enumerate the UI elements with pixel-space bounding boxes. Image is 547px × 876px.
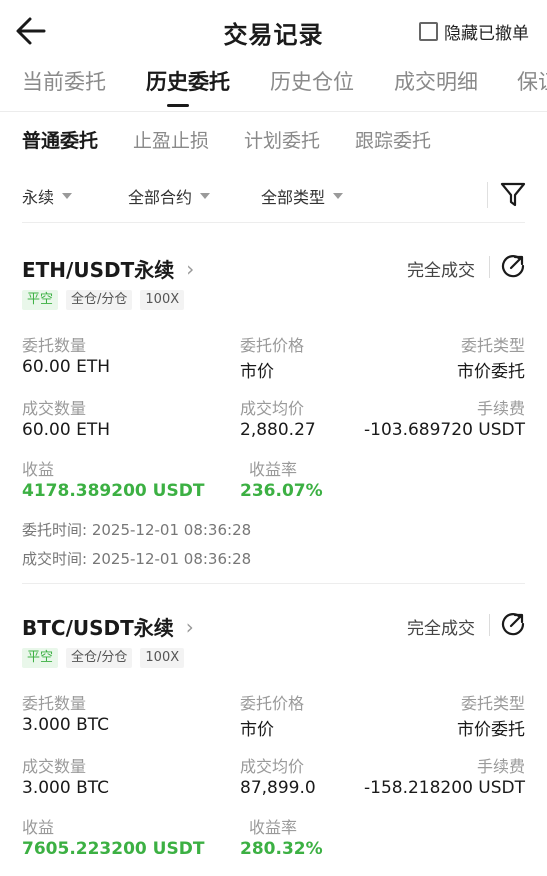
order-card[interactable]: ETH/USDT永续 › 完全成交 平空 全仓/分仓 100X 委托数量 60.… — [0, 254, 547, 574]
subtab-plan-orders[interactable]: 计划委托 — [244, 126, 320, 153]
caret-down-icon — [200, 193, 211, 199]
contract-value: 全部合约 — [128, 188, 193, 207]
order-tags: 平空 全仓/分仓 100X — [22, 290, 192, 310]
back-button[interactable] — [14, 14, 54, 50]
margin-mode-tag: 全仓/分仓 — [66, 648, 133, 668]
order-type-value: 市价委托 — [457, 720, 525, 740]
filter-button[interactable] — [499, 180, 529, 210]
fill-time-value: 2025-12-01 08:36:28 — [91, 550, 252, 568]
order-symbol[interactable]: ETH/USDT永续 › — [22, 254, 194, 283]
symbol-label: ETH/USDT永续 — [22, 258, 175, 282]
main-tabs: 当前委托 历史委托 历史仓位 成交明细 保证 — [0, 66, 547, 110]
fee-value: -158.218200 USDT — [364, 778, 525, 798]
side-tag: 平空 — [22, 290, 59, 310]
order-status: 完全成交 — [407, 619, 475, 639]
side-tag: 平空 — [22, 648, 59, 668]
order-qty-label: 委托数量 — [22, 694, 87, 713]
fee-label: 手续费 — [476, 399, 525, 418]
share-refresh-icon — [501, 613, 525, 636]
pnl-rate-label: 收益率 — [249, 818, 298, 837]
fee-value: -103.689720 USDT — [364, 420, 525, 440]
tab-order-history[interactable]: 历史委托 — [146, 66, 230, 96]
contract-dropdown[interactable]: 全部合约 — [128, 184, 211, 208]
leverage-tag: 100X — [140, 290, 185, 310]
pnl-value: 7605.223200 USDT — [22, 839, 205, 859]
divider — [22, 583, 525, 584]
header: 交易记录 隐藏已撤单 — [0, 0, 547, 62]
hide-cancelled-label: 隐藏已撤单 — [444, 24, 529, 44]
contract-type-value: 永续 — [22, 188, 55, 207]
order-card[interactable]: BTC/USDT永续 › 完全成交 平空 全仓/分仓 100X 委托数量 3.0… — [0, 612, 547, 876]
avg-price-value: 87,899.0 — [240, 778, 316, 798]
order-price-label: 委托价格 — [240, 336, 305, 355]
order-time-value: 2025-12-01 08:36:28 — [91, 521, 252, 539]
order-price-label: 委托价格 — [240, 694, 305, 713]
caret-down-icon — [333, 193, 344, 199]
fee-label: 手续费 — [476, 757, 525, 776]
checkbox-icon[interactable] — [419, 22, 438, 41]
caret-down-icon — [62, 193, 73, 199]
arrow-left-icon — [16, 17, 46, 45]
order-symbol[interactable]: BTC/USDT永续 › — [22, 612, 194, 641]
filled-qty-label: 成交数量 — [22, 757, 87, 776]
order-time-row: 委托时间: 2025-12-01 08:36:28 — [22, 519, 251, 540]
pnl-rate-value: 236.07% — [240, 481, 323, 501]
order-qty-label: 委托数量 — [22, 336, 87, 355]
funnel-icon — [500, 182, 526, 207]
divider — [0, 111, 547, 112]
margin-mode-tag: 全仓/分仓 — [66, 290, 133, 310]
order-type-value: 全部类型 — [261, 188, 326, 207]
sub-tabs: 普通委托 止盈止损 计划委托 跟踪委托 — [0, 126, 547, 158]
subtab-normal-orders[interactable]: 普通委托 — [22, 126, 98, 153]
avg-price-label: 成交均价 — [240, 757, 305, 776]
contract-type-dropdown[interactable]: 永续 — [22, 184, 73, 208]
share-button[interactable] — [499, 610, 527, 638]
tab-trade-details[interactable]: 成交明细 — [394, 66, 478, 96]
tab-current-orders[interactable]: 当前委托 — [22, 66, 106, 96]
filled-qty-label: 成交数量 — [22, 399, 87, 418]
hide-cancelled-toggle[interactable]: 隐藏已撤单 — [419, 19, 529, 44]
tab-position-history[interactable]: 历史仓位 — [270, 66, 354, 96]
order-time-label: 委托时间: — [22, 521, 88, 539]
filled-qty-value: 3.000 BTC — [22, 778, 109, 798]
fill-time-row: 成交时间: 2025-12-01 08:36:28 — [22, 548, 251, 569]
avg-price-value: 2,880.27 — [240, 420, 316, 440]
avg-price-label: 成交均价 — [240, 399, 305, 418]
filter-bar: 永续 全部合约 全部类型 — [0, 176, 547, 216]
divider — [22, 222, 525, 223]
divider — [489, 614, 490, 636]
subtab-trailing-orders[interactable]: 跟踪委托 — [355, 126, 431, 153]
order-status: 完全成交 — [407, 261, 475, 281]
divider — [487, 182, 488, 208]
symbol-label: BTC/USDT永续 — [22, 616, 174, 640]
pnl-label: 收益 — [22, 818, 55, 837]
pnl-rate-label: 收益率 — [249, 460, 298, 479]
tab-margin[interactable]: 保证 — [517, 66, 547, 96]
pnl-label: 收益 — [22, 460, 55, 479]
fill-time-label: 成交时间: — [22, 550, 88, 568]
filled-qty-value: 60.00 ETH — [22, 420, 110, 440]
share-button[interactable] — [499, 252, 527, 280]
leverage-tag: 100X — [140, 648, 185, 668]
order-type-label: 委托类型 — [460, 336, 525, 355]
pnl-value: 4178.389200 USDT — [22, 481, 205, 501]
order-type-value: 市价委托 — [457, 362, 525, 382]
chevron-right-icon: › — [185, 614, 194, 639]
order-price-value: 市价 — [240, 720, 274, 740]
pnl-rate-value: 280.32% — [240, 839, 323, 859]
order-tags: 平空 全仓/分仓 100X — [22, 648, 192, 668]
order-qty-value: 3.000 BTC — [22, 715, 109, 735]
order-type-label: 委托类型 — [460, 694, 525, 713]
share-refresh-icon — [501, 255, 525, 278]
divider — [489, 256, 490, 278]
subtab-tp-sl[interactable]: 止盈止损 — [133, 126, 209, 153]
active-tab-indicator — [167, 104, 189, 107]
order-qty-value: 60.00 ETH — [22, 357, 110, 377]
order-type-dropdown[interactable]: 全部类型 — [261, 184, 344, 208]
order-price-value: 市价 — [240, 362, 274, 382]
chevron-right-icon: › — [186, 256, 195, 281]
